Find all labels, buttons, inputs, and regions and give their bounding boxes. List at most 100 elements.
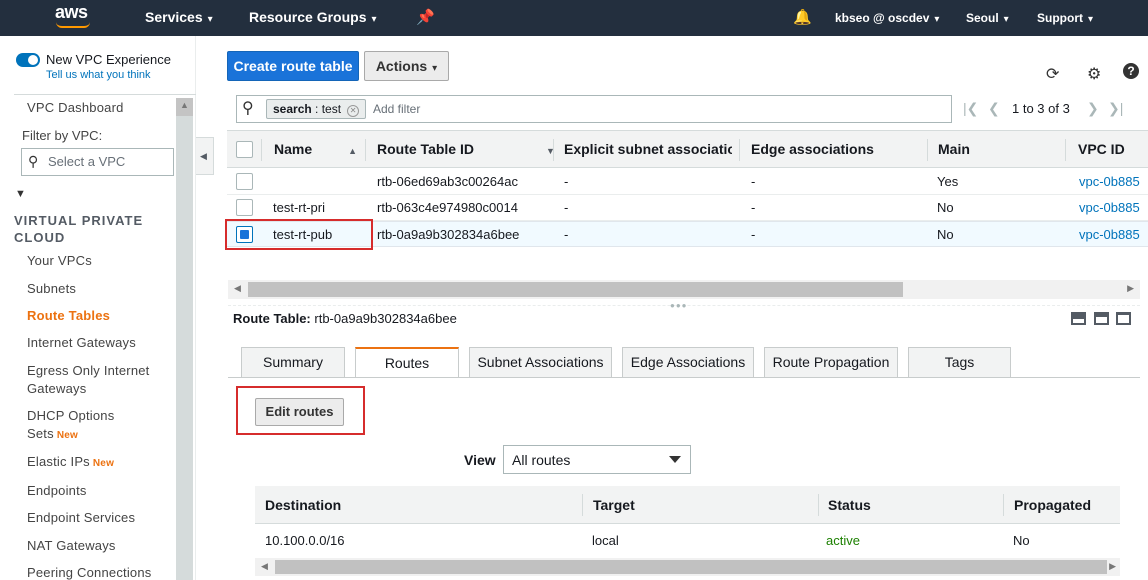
aws-logo-smile (56, 22, 90, 28)
scroll-left-icon[interactable]: ◀ (261, 561, 268, 572)
region-menu[interactable]: Seoul ▾ (966, 11, 1009, 25)
sort-ascending-icon[interactable]: ▲ (348, 146, 357, 156)
cell-explicit: - (564, 227, 569, 242)
route-table-detail-label: Route Table: rtb-0a9a9b302834a6bee (233, 311, 457, 326)
cell-target: local (592, 533, 619, 548)
column-separator (582, 494, 583, 516)
chevron-down-icon: ▾ (934, 14, 940, 25)
grid-header: Name ▲ Route Table ID ▼ Explicit subnet as… (227, 130, 1148, 168)
table-row[interactable]: test-rt-pri rtb-063c4e974980c0014 - - No… (227, 195, 1148, 221)
column-header-route-table-id[interactable]: Route Table ID ▼ (377, 141, 555, 157)
add-filter-input[interactable]: Add filter (373, 102, 420, 116)
column-header-name[interactable]: Name ▲ (274, 141, 357, 157)
sidebar-item-peering-connections[interactable]: Peering Connections (27, 565, 152, 580)
sidebar-divider (14, 94, 196, 95)
scrollbar-thumb[interactable]: ▲ (176, 98, 193, 116)
tab-route-propagation[interactable]: Route Propagation (764, 347, 898, 377)
tab-routes[interactable]: Routes (355, 347, 459, 378)
layout-full-icon[interactable] (1116, 312, 1131, 325)
sidebar-item-route-tables[interactable]: Route Tables (27, 308, 110, 323)
cell-status: active (826, 533, 860, 548)
chevron-left-icon: ◀ (200, 151, 207, 161)
highlight-selected-row (225, 219, 373, 250)
cell-vpc-id-link[interactable]: vpc-0b885 (1079, 200, 1140, 215)
support-menu[interactable]: Support ▾ (1037, 11, 1093, 25)
column-separator (1065, 139, 1066, 161)
cell-explicit: - (564, 200, 569, 215)
vpc-filter-select[interactable]: ⚲ Select a VPC (21, 148, 174, 176)
scrollbar-thumb[interactable] (275, 560, 1107, 574)
scroll-up-icon[interactable]: ▲ (180, 100, 189, 110)
column-header-target[interactable]: Target (593, 497, 635, 513)
sidebar-item-dhcp-options[interactable]: DHCP Options (27, 408, 114, 423)
scroll-right-icon[interactable]: ▶ (1109, 561, 1116, 572)
sidebar-scrollbar[interactable]: ▲ (176, 98, 193, 580)
sidebar-item-your-vpcs[interactable]: Your VPCs (27, 253, 92, 268)
column-header-explicit-subnet[interactable]: Explicit subnet association (564, 141, 732, 157)
cell-vpc-id-link[interactable]: vpc-0b885 (1079, 174, 1140, 189)
tab-tags[interactable]: Tags (908, 347, 1011, 377)
sidebar-item-dhcp-sets[interactable]: Sets New (27, 426, 78, 441)
column-header-propagated[interactable]: Propagated (1014, 497, 1091, 513)
feedback-link[interactable]: Tell us what you think (46, 69, 151, 81)
scroll-left-icon[interactable]: ◀ (234, 283, 241, 294)
row-checkbox[interactable] (236, 173, 253, 190)
sidebar-item-internet-gateways[interactable]: Internet Gateways (27, 335, 136, 350)
column-header-destination[interactable]: Destination (265, 497, 341, 513)
remove-filter-icon[interactable]: ✕ (347, 105, 360, 117)
routes-horizontal-scrollbar[interactable]: ◀ ▶ (255, 558, 1120, 576)
services-menu[interactable]: Services ▾ (145, 9, 213, 25)
layout-bottom-icon[interactable] (1071, 312, 1086, 325)
sidebar-item-elastic-ips[interactable]: Elastic IPs New (27, 454, 114, 469)
sidebar-item-nat-gateways[interactable]: NAT Gateways (27, 538, 116, 553)
first-page-icon[interactable]: |❮ (963, 100, 978, 117)
new-vpc-experience-toggle[interactable] (16, 53, 40, 67)
sidebar-item-vpc-dashboard[interactable]: VPC Dashboard (27, 100, 124, 115)
column-header-vpc-id[interactable]: VPC ID (1078, 141, 1125, 157)
sidebar-item-egress-only-internet[interactable]: Egress Only Internet (27, 363, 150, 378)
select-all-checkbox[interactable] (236, 141, 253, 158)
create-route-table-button[interactable]: Create route table (227, 51, 359, 81)
tab-summary[interactable]: Summary (241, 347, 345, 377)
sidebar-item-endpoints[interactable]: Endpoints (27, 483, 87, 498)
tab-subnet-associations[interactable]: Subnet Associations (469, 347, 612, 377)
previous-page-icon[interactable]: ❮ (988, 100, 1000, 117)
sidebar-item-subnets[interactable]: Subnets (27, 281, 76, 296)
sidebar-collapse-button[interactable]: ◀ (196, 137, 214, 175)
gear-icon[interactable]: ⚙ (1087, 64, 1101, 84)
column-header-main[interactable]: Main (938, 141, 970, 157)
tab-edge-associations[interactable]: Edge Associations (622, 347, 754, 377)
splitter-grip-icon[interactable]: ●●● (670, 301, 688, 310)
last-page-icon[interactable]: ❯| (1108, 100, 1123, 117)
aws-logo[interactable]: aws (55, 2, 88, 23)
bell-icon[interactable]: 🔔 (793, 8, 812, 26)
actions-button[interactable]: Actions ▾ (364, 51, 449, 81)
pin-icon[interactable]: 📌 (416, 8, 435, 26)
table-row[interactable]: rtb-06ed69ab3c00264ac - - Yes vpc-0b885 (227, 169, 1148, 195)
sidebar-item-egress-only-gateways[interactable]: Gateways (27, 381, 86, 396)
sidebar-item-endpoint-services[interactable]: Endpoint Services (27, 510, 135, 525)
cell-vpc-id-link[interactable]: vpc-0b885 (1079, 227, 1140, 242)
search-filter-token[interactable]: search : test ✕ (266, 99, 367, 119)
collapse-section-icon[interactable]: ▼ (15, 188, 26, 200)
chevron-down-icon: ▾ (1088, 14, 1094, 25)
grid-horizontal-scrollbar[interactable]: ◀ ▶ (228, 280, 1140, 299)
scrollbar-thumb[interactable] (248, 282, 903, 297)
refresh-icon[interactable]: ⟳ (1046, 64, 1059, 84)
column-header-edge-associations[interactable]: Edge associations (751, 141, 874, 157)
layout-split-icon[interactable] (1094, 312, 1109, 325)
scroll-right-icon[interactable]: ▶ (1127, 283, 1134, 294)
help-icon[interactable]: ? (1123, 63, 1139, 79)
table-row[interactable]: 10.100.0.0/16 local active No (255, 526, 1120, 556)
chevron-down-icon: ▾ (1003, 14, 1009, 25)
section-heading-vpc[interactable]: VIRTUAL PRIVATE CLOUD (14, 212, 143, 246)
search-filter-bar[interactable]: ⚲ search : test ✕ Add filter (236, 95, 952, 123)
account-menu[interactable]: kbseo @ oscdev ▾ (835, 11, 939, 25)
next-page-icon[interactable]: ❯ (1087, 100, 1099, 117)
view-filter-select[interactable]: All routes (503, 445, 691, 474)
resource-groups-menu[interactable]: Resource Groups ▾ (249, 9, 377, 25)
search-icon: ⚲ (242, 100, 254, 117)
column-header-status[interactable]: Status (828, 497, 871, 513)
row-checkbox[interactable] (236, 199, 253, 216)
cell-propagated: No (1013, 533, 1030, 548)
